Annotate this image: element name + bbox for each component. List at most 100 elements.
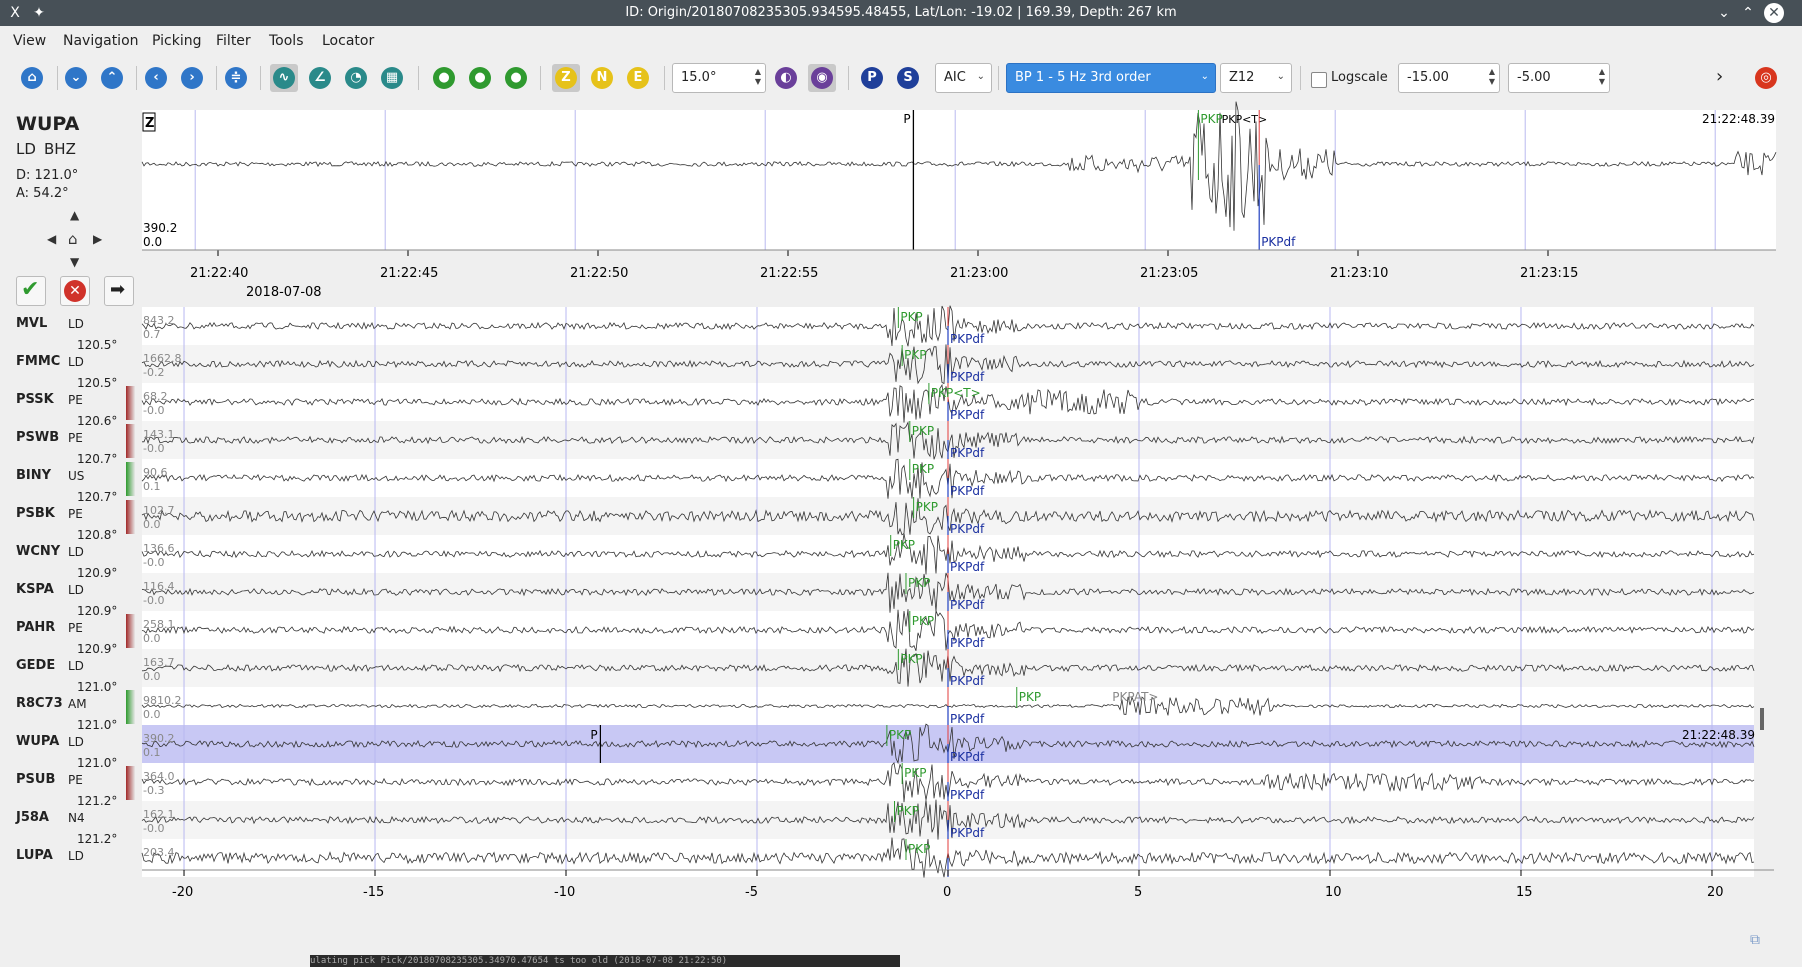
trace-pick-label: PKP	[893, 538, 915, 552]
trace-station: MVL	[16, 316, 48, 331]
pkpdf-label: PKPdf	[1261, 235, 1296, 249]
trace-amp-min: -0.0	[143, 556, 164, 569]
trace-pick-label: PKP	[889, 728, 911, 742]
trace-network: PE	[68, 507, 83, 521]
trace-pkpdf-label: PKPdf	[950, 560, 985, 574]
trace-pick-label: PKP	[912, 462, 934, 476]
trace-station: PSBK	[16, 506, 55, 521]
trace-network: LD	[68, 583, 84, 597]
trace-amp-min: -0.3	[143, 784, 164, 797]
trace-distance: 121.0°	[77, 680, 118, 694]
trace-status-indicator	[126, 690, 135, 724]
trace-amp-min: 0.0	[143, 670, 161, 683]
axis-tick-label: 21:22:40	[190, 266, 248, 281]
trace-distance: 121.2°	[77, 794, 118, 808]
relative-axis-label: 15	[1516, 885, 1533, 900]
trace-pick-label: PKP	[904, 348, 926, 362]
trace-status-indicator	[126, 766, 135, 800]
trace-time-label: 21:22:48.39	[1682, 728, 1755, 742]
trace-amp-max: 116.4	[143, 580, 175, 593]
axis-tick-label: 21:22:50	[570, 266, 628, 281]
trace-amp-max: 364.0	[143, 770, 175, 783]
trace-network: LD	[68, 317, 84, 331]
trace-station: KSPA	[16, 582, 54, 597]
trace-network: LD	[68, 849, 84, 863]
trace-amp-max: 203.4	[143, 846, 175, 859]
trace-distance: 120.7°	[77, 490, 118, 504]
trace-station: WCNY	[16, 544, 61, 559]
trace-pkpdf-label: PKPdf	[950, 370, 985, 384]
trace-distance: 120.8°	[77, 528, 118, 542]
trace-pick-label: PKP	[1019, 690, 1041, 704]
trace-pick-label: PKP	[900, 310, 922, 324]
trace-station: PSUB	[16, 772, 56, 787]
trace-amp-max: 390.2	[143, 732, 175, 745]
trace-pkpdf-label: PKPdf	[950, 484, 985, 498]
trace-amp-max: 843.2	[143, 314, 175, 327]
current-time-label: 21:22:48.39	[1702, 112, 1775, 126]
status-footer: ulating pick Pick/20180708235305.34970.4…	[0, 955, 1802, 967]
trace-amp-max: 102.7	[143, 504, 175, 517]
axis-tick-label: 21:23:00	[950, 266, 1008, 281]
trace-amp-min: 0.0	[143, 708, 161, 721]
trace-amp-max: 162.1	[143, 808, 175, 821]
trace-distance: 120.5°	[77, 376, 118, 390]
axis-tick-label: 21:22:45	[380, 266, 438, 281]
trace-pkpdf-label: PKPdf	[950, 332, 985, 346]
trace-pick-label: PKP	[912, 614, 934, 628]
relative-axis-label: 0	[943, 885, 951, 900]
trace-amp-min: 0.1	[143, 746, 161, 759]
component-label: Z	[145, 116, 154, 131]
relative-axis-label: -10	[554, 885, 575, 900]
trace-pkpdf-label: PKPdf	[950, 598, 985, 612]
trace-pkpdf-label: PKPdf	[950, 788, 985, 802]
trace-network: PE	[68, 393, 83, 407]
relative-axis-label: 10	[1325, 885, 1342, 900]
trace-network: PE	[68, 773, 83, 787]
trace-network: US	[68, 469, 85, 483]
trace-amp-min: 0.0	[143, 518, 161, 531]
relative-axis-label: -5	[745, 885, 758, 900]
trace-station: PSWB	[16, 430, 60, 445]
trace-pick-label: PKP	[904, 766, 926, 780]
trace-pkpdf-label: PKPdf	[950, 408, 985, 422]
trace-amp-max: 68.2	[143, 390, 168, 403]
trace-amp-min: 0.7	[143, 328, 161, 341]
trace-network: N4	[68, 811, 85, 825]
trace-distance: 121.0°	[77, 718, 118, 732]
trace-amp-min: -0.0	[143, 442, 164, 455]
trace-pkpdf-label: PKPdf	[950, 674, 985, 688]
trace-distance: 120.5°	[77, 338, 118, 352]
trace-pkpdf-label: PKPdf	[950, 522, 985, 536]
trace-distance: 120.9°	[77, 604, 118, 618]
p-pick-label: P	[903, 112, 910, 126]
trace-pkpdf-label: PKPdf	[950, 750, 985, 764]
trace-pick-label: PKP<T>	[931, 386, 981, 400]
trace-pkpdf-label: PKPdf	[950, 712, 985, 726]
trace-network: PE	[68, 621, 83, 635]
trace-pick-label: PKP	[900, 652, 922, 666]
trace-station: WUPA	[16, 734, 60, 749]
resize-icon: ⧉	[1750, 932, 1760, 948]
trace-pkpdf-label: PKPdf	[950, 826, 985, 840]
pkp-theo-label: PKP<T>	[1222, 113, 1268, 126]
trace-network: LD	[68, 355, 84, 369]
trace-amp-min: -0.0	[143, 594, 164, 607]
trace-pick-label: PKP	[912, 424, 934, 438]
trace-station: R8C73	[16, 696, 63, 711]
relative-axis-label: -15	[363, 885, 384, 900]
current-amp-min: 0.0	[143, 235, 162, 249]
axis-tick-label: 21:23:05	[1140, 266, 1198, 281]
trace-amp-max: 9810.2	[143, 694, 182, 707]
trace-amp-max: 163.7	[143, 656, 175, 669]
trace-pkpdf-label: PKPdf	[950, 636, 985, 650]
trace-pick-label: PKP	[908, 576, 930, 590]
trace-status-indicator	[126, 386, 135, 420]
trace-amp-max: 143.1	[143, 428, 175, 441]
waveform-canvas[interactable]: P PKP PKP<T> PKPdf Z 390.2 0.0 21:22:48.39 21:22…	[0, 0, 1802, 967]
axis-tick-label: 21:23:10	[1330, 266, 1388, 281]
trace-amp-min: 0.1	[143, 480, 161, 493]
trace-network: LD	[68, 545, 84, 559]
trace-network: PE	[68, 431, 83, 445]
trace-distance: 120.9°	[77, 566, 118, 580]
